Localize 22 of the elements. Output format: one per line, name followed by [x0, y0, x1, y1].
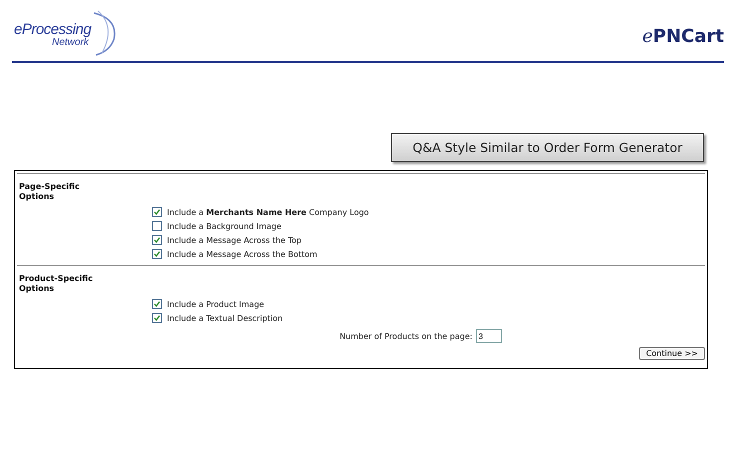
checkbox[interactable]: [152, 207, 162, 217]
option-label: Include a Message Across the Top: [167, 236, 302, 244]
checkbox[interactable]: [152, 235, 162, 245]
input-field[interactable]: 3: [476, 329, 502, 343]
checkbox[interactable]: [152, 299, 162, 309]
checkbox[interactable]: [152, 313, 162, 323]
logo-text: Network: [52, 37, 89, 48]
option-label: Include a Background Image: [167, 222, 282, 230]
continue-button[interactable]: Continue >>: [639, 347, 705, 360]
swoosh-icon: [92, 9, 118, 57]
section-heading: Product-Specific Options: [19, 274, 94, 294]
option-label: Include a Merchants Name Here Company Logo: [167, 208, 369, 216]
logo-text: eProcessing: [14, 21, 92, 38]
option-label: Include a Textual Description: [167, 314, 283, 322]
field-label: Number of Products on the page:: [340, 332, 472, 340]
option-label: Include a Message Across the Bottom: [167, 250, 318, 258]
checkbox[interactable]: [152, 249, 162, 259]
option-label: Include a Product Image: [167, 300, 264, 308]
section-heading: Page-Specific Options: [19, 182, 81, 202]
banner-button[interactable]: Q&A Style Similar to Order Form Generator: [391, 133, 704, 162]
brand-title: ePNCart: [642, 26, 724, 47]
checkbox[interactable]: [152, 221, 162, 231]
